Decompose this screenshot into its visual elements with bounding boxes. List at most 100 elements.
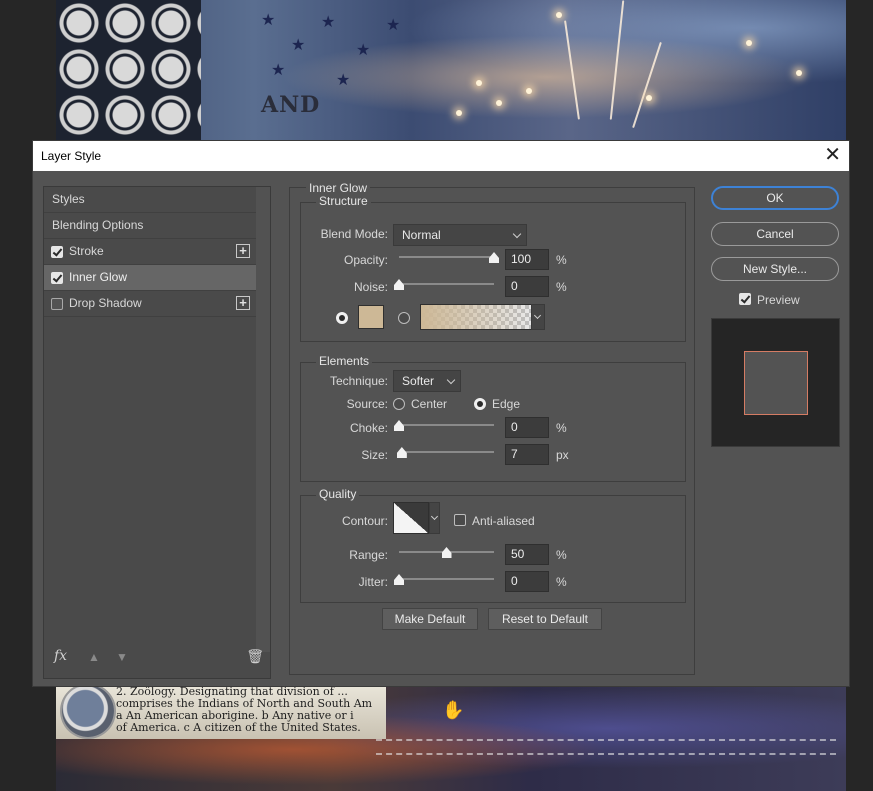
new-style-button[interactable]: New Style... — [711, 257, 839, 281]
style-item-blending-options[interactable]: Blending Options — [44, 213, 256, 239]
blend-mode-label: Blend Mode: — [320, 227, 388, 241]
technique-select[interactable]: Softer — [393, 370, 461, 392]
canvas-decoration — [376, 753, 836, 755]
style-item-label: Inner Glow — [69, 270, 128, 284]
contour-dropdown[interactable] — [429, 502, 440, 534]
noise-label: Noise: — [353, 280, 388, 294]
inner-glow-checkbox[interactable] — [51, 272, 63, 284]
choke-unit: % — [556, 421, 567, 435]
size-field[interactable]: 7 — [505, 444, 549, 465]
hand-cursor-icon: ✋ — [442, 700, 465, 720]
size-unit: px — [556, 448, 569, 462]
chevron-down-icon — [446, 375, 456, 385]
drop-shadow-checkbox[interactable] — [51, 298, 63, 310]
star-icon: ★ — [356, 42, 371, 59]
preview-label: Preview — [757, 293, 800, 307]
opacity-label: Opacity: — [343, 253, 388, 267]
style-item-styles[interactable]: Styles — [44, 187, 256, 213]
style-preview-thumbnail — [744, 351, 808, 415]
fx-icon[interactable]: fx — [54, 648, 67, 664]
canvas-circle-pattern — [56, 0, 201, 140]
styles-list-panel: Styles Blending Options Stroke + Inner G… — [43, 186, 271, 679]
anti-aliased-checkbox[interactable] — [454, 514, 466, 526]
noise-unit: % — [556, 280, 567, 294]
canvas-decoration — [526, 88, 532, 94]
canvas-text: AND — [261, 92, 321, 118]
close-icon[interactable]: ✕ — [824, 144, 841, 166]
style-item-inner-glow[interactable]: Inner Glow — [44, 265, 256, 291]
opacity-field[interactable]: 100 — [505, 249, 549, 270]
style-item-drop-shadow[interactable]: Drop Shadow + — [44, 291, 256, 317]
opacity-unit: % — [556, 253, 567, 267]
add-stroke-plus-icon[interactable]: + — [236, 244, 250, 258]
noise-field[interactable]: 0 — [505, 276, 549, 297]
source-edge-label: Edge — [492, 397, 521, 411]
style-item-label: Stroke — [69, 244, 104, 258]
star-icon: ★ — [261, 12, 276, 29]
choke-slider-track[interactable] — [399, 424, 494, 426]
dialog-title: Layer Style — [41, 149, 102, 163]
gradient-mode-radio[interactable] — [398, 312, 410, 324]
star-icon: ★ — [321, 14, 336, 31]
anti-aliased-label: Anti-aliased — [472, 514, 535, 528]
canvas-decoration — [376, 739, 836, 741]
canvas-decoration — [632, 41, 662, 129]
dialog-titlebar: Layer Style ✕ — [33, 141, 849, 171]
inner-glow-title: Inner Glow — [306, 181, 371, 195]
range-unit: % — [556, 548, 567, 562]
size-label: Size: — [361, 448, 388, 462]
stroke-checkbox[interactable] — [51, 246, 63, 258]
source-center-radio[interactable] — [393, 398, 405, 410]
choke-field[interactable]: 0 — [505, 417, 549, 438]
canvas-decoration — [564, 20, 580, 120]
source-edge-radio[interactable] — [474, 398, 486, 410]
preview-checkbox[interactable] — [739, 293, 751, 305]
elements-title: Elements — [316, 354, 373, 368]
range-label: Range: — [349, 548, 388, 562]
contour-picker[interactable] — [393, 502, 429, 534]
noise-slider-track[interactable] — [399, 283, 494, 285]
color-mode-radio[interactable] — [336, 312, 348, 324]
arrow-up-icon[interactable]: ▲ — [88, 650, 100, 664]
star-icon: ★ — [336, 72, 351, 89]
source-center-label: Center — [411, 397, 448, 411]
canvas-decoration — [456, 110, 462, 116]
jitter-label: Jitter: — [358, 575, 388, 589]
quality-title: Quality — [316, 487, 360, 501]
add-drop-shadow-plus-icon[interactable]: + — [236, 296, 250, 310]
canvas-decoration — [796, 70, 802, 76]
reset-to-default-button[interactable]: Reset to Default — [488, 608, 602, 630]
ok-button[interactable]: OK — [711, 186, 839, 210]
blend-mode-value: Normal — [402, 228, 441, 242]
layer-style-dialog: Layer Style ✕ Styles Blending Options St… — [32, 140, 850, 687]
style-preview — [711, 318, 840, 447]
size-slider-track[interactable] — [399, 451, 494, 453]
glow-gradient-swatch[interactable] — [420, 304, 532, 330]
jitter-field[interactable]: 0 — [505, 571, 549, 592]
styles-list-scrollbar[interactable] — [256, 187, 270, 652]
chevron-down-icon — [533, 311, 542, 320]
source-label: Source: — [346, 397, 388, 411]
gradient-dropdown[interactable] — [531, 304, 545, 330]
glow-color-swatch[interactable] — [358, 305, 384, 329]
style-item-label: Drop Shadow — [69, 296, 142, 310]
cancel-button[interactable]: Cancel — [711, 222, 839, 246]
trash-icon[interactable]: 🗑 — [246, 648, 264, 665]
canvas-text: of America. c A citizen of the United St… — [116, 721, 361, 734]
style-item-stroke[interactable]: Stroke + — [44, 239, 256, 265]
range-field[interactable]: 50 — [505, 544, 549, 565]
chevron-down-icon — [512, 229, 522, 239]
opacity-slider-track[interactable] — [399, 256, 494, 258]
arrow-down-icon[interactable]: ▼ — [116, 650, 128, 664]
canvas-decoration — [609, 0, 625, 120]
make-default-button[interactable]: Make Default — [382, 608, 478, 630]
choke-label: Choke: — [349, 421, 388, 435]
star-icon: ★ — [386, 17, 401, 34]
jitter-slider-track[interactable] — [399, 578, 494, 580]
technique-label: Technique: — [329, 374, 388, 388]
blend-mode-select[interactable]: Normal — [393, 224, 527, 246]
style-item-label: Styles — [52, 192, 85, 206]
structure-title: Structure — [316, 194, 371, 208]
canvas-decoration — [746, 40, 752, 46]
canvas-decoration — [646, 95, 652, 101]
